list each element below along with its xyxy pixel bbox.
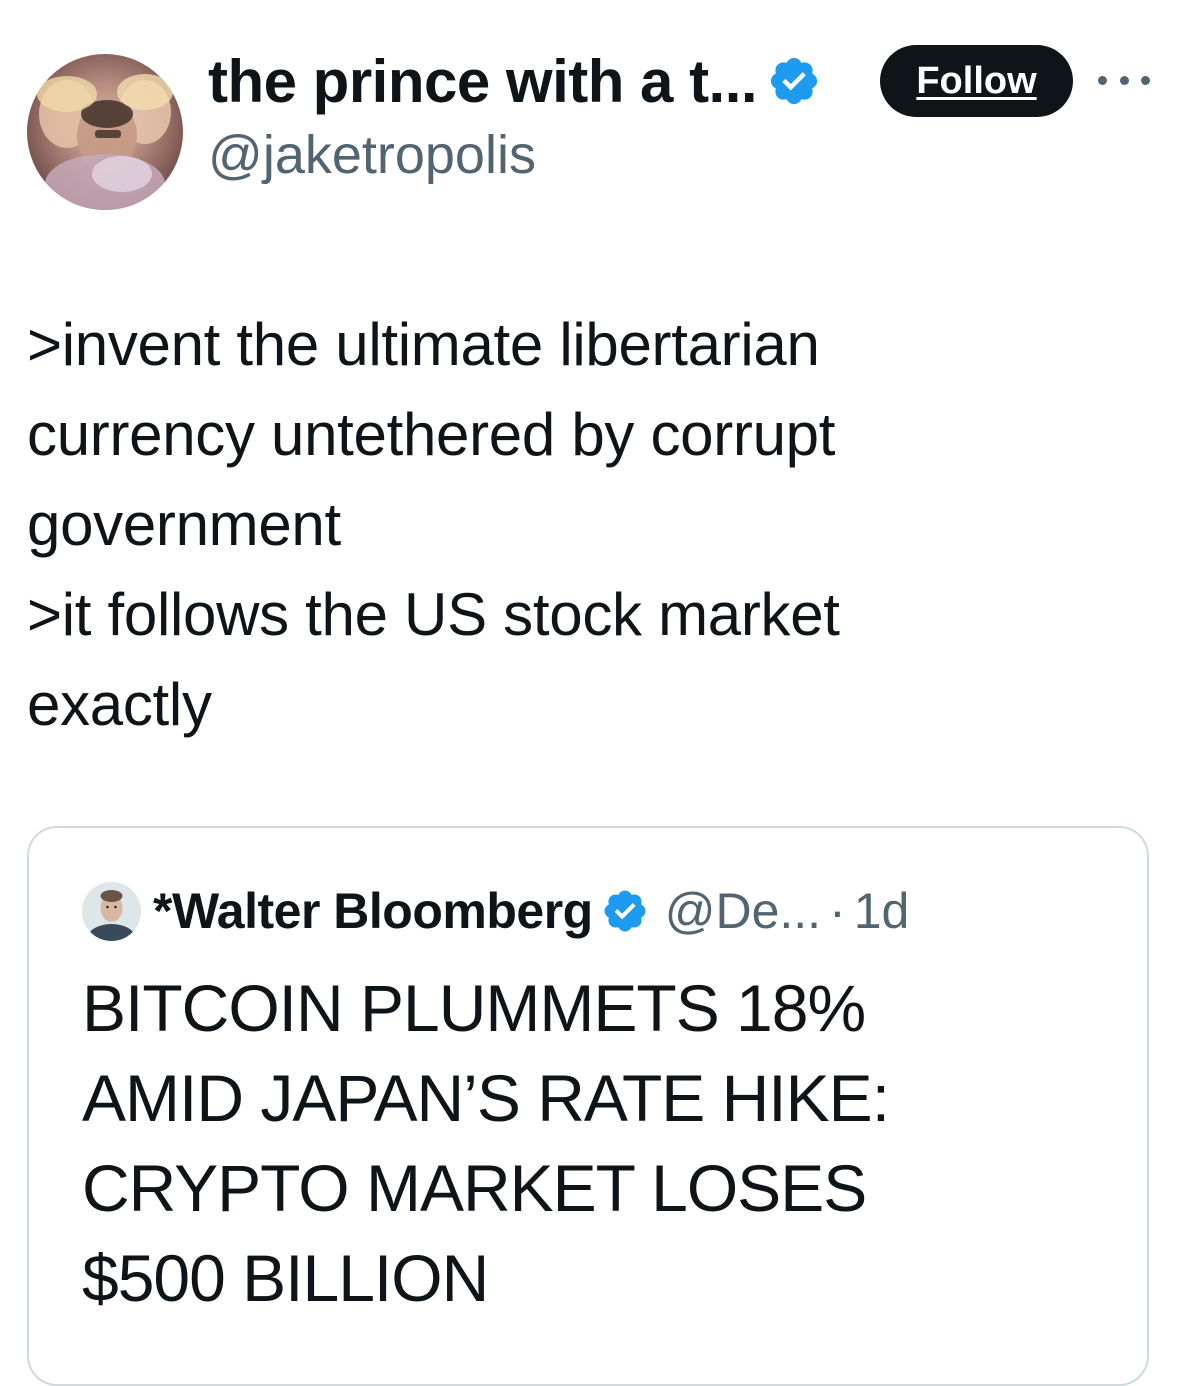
author-avatar[interactable] [27,54,183,210]
quoted-author-name[interactable]: *Walter Bloomberg [153,882,593,940]
more-options-icon[interactable] [1098,70,1150,90]
follow-button[interactable]: Follow [880,45,1073,117]
quoted-text-line: CRYPTO MARKET LOSES [82,1151,867,1225]
author-handle[interactable]: @jaketropolis [208,124,536,186]
author-display-name[interactable]: the prince with a t... [208,47,758,116]
quoted-tweet-card[interactable]: *Walter Bloomberg @De... · 1d BITCOIN PL… [27,826,1149,1386]
more-dot [1141,75,1150,85]
quoted-tweet-body: BITCOIN PLUMMETS 18% AMID JAPAN’S RATE H… [82,963,1132,1323]
tweet-text-line: exactly [27,671,212,738]
more-dot [1098,75,1107,85]
header-separator: · [829,883,846,939]
verified-badge-icon [604,890,646,932]
tweet-text-line: government [27,491,341,558]
quoted-avatar-photo [82,882,141,941]
tweet-body: >invent the ultimate libertarian currenc… [27,300,1147,750]
quoted-tweet-header: *Walter Bloomberg @De... · 1d [153,878,909,944]
quoted-author-handle[interactable]: @De... [665,882,821,940]
author-name-row[interactable]: the prince with a t... [208,47,821,116]
tweet-text-line: >invent the ultimate libertarian [27,311,820,378]
tweet-text-line: >it follows the US stock market [27,581,840,648]
tweet-text-line: currency untethered by corrupt [27,401,836,468]
quoted-text-line: $500 BILLION [82,1241,489,1315]
verified-badge-icon [771,57,818,105]
quoted-text-line: BITCOIN PLUMMETS 18% [82,971,866,1045]
quoted-author-avatar[interactable] [82,882,141,941]
quoted-text-line: AMID JAPAN’S RATE HIKE: [82,1061,890,1135]
avatar-photo [37,74,173,210]
more-dot [1119,75,1129,85]
quoted-timestamp[interactable]: 1d [854,882,910,940]
